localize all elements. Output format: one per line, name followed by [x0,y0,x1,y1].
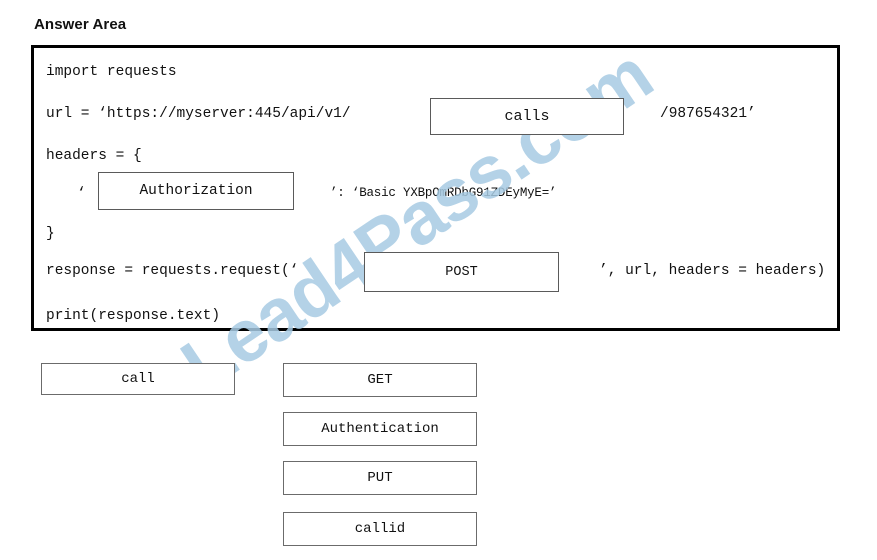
page-title: Answer Area [34,16,127,33]
code-line-url-tail: /987654321’ [660,106,756,122]
option-callid[interactable]: callid [283,512,477,546]
code-line-header-value: ’: ‘Basic YXBpOmRDbG91ZDEyMyE=’ [330,186,557,200]
code-line-response-head: response = requests.request(‘ [46,263,299,279]
code-line-url-head: url = ‘https://myserver:445/api/v1/ [46,106,351,122]
drop-zone-http-method[interactable]: POST [364,252,559,292]
answer-area-page: Answer Area Lead4Pass.com import request… [0,0,877,560]
drop-zone-header-key[interactable]: Authorization [98,172,294,210]
code-line-import: import requests [46,64,177,80]
option-call[interactable]: call [41,363,235,395]
code-line-brace-close: } [46,226,55,242]
code-line-print: print(response.text) [46,308,221,324]
option-put[interactable]: PUT [283,461,477,495]
code-line-header-quote: ‘ [77,186,86,202]
code-line-headers-open: headers = { [46,148,142,164]
drop-zone-url-segment[interactable]: calls [430,98,624,135]
option-authentication[interactable]: Authentication [283,412,477,446]
code-line-response-tail: ’, url, headers = headers) [599,263,826,279]
code-snippet-frame: import requests url = ‘https://myserver:… [31,45,840,331]
option-get[interactable]: GET [283,363,477,397]
